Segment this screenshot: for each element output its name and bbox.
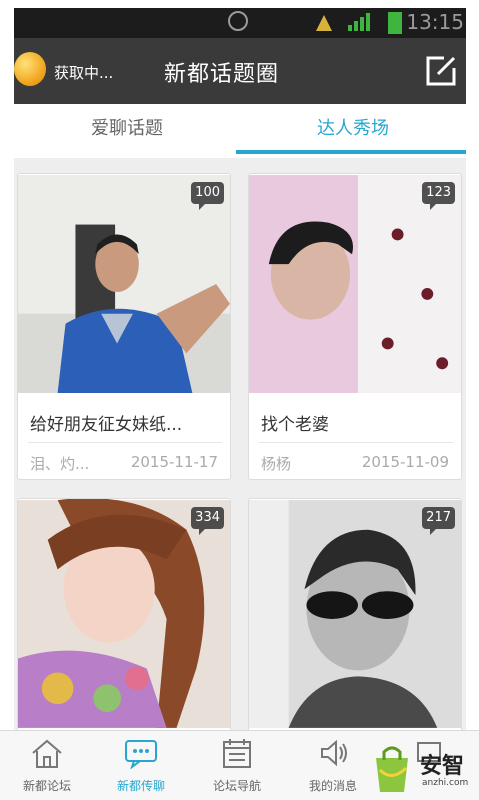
view-count-badge: 123: [422, 182, 455, 210]
signal-icon: [316, 13, 370, 31]
post-card[interactable]: 217: [248, 498, 462, 730]
home-icon: [32, 739, 62, 768]
post-grid: 100 给好朋友征女妹纸... 泪、灼... 2015-11-17 123 找个…: [14, 158, 466, 730]
post-date: 2015-11-09: [361, 453, 449, 471]
post-date: 2015-11-17: [130, 453, 218, 471]
nav-label: 新都传聊: [116, 779, 165, 793]
post-author: 泪、灼...: [30, 455, 90, 473]
app-header: 获取中... 新都话题圈: [14, 38, 466, 104]
watermark: 安智 anzhi.com: [366, 742, 478, 798]
user-avatar[interactable]: [14, 52, 46, 86]
card-divider: [28, 442, 222, 443]
compose-icon[interactable]: [424, 54, 458, 88]
shopping-bag-icon: [376, 746, 408, 792]
watermark-url: anzhi.com: [422, 778, 469, 788]
speaker-icon: [321, 739, 347, 767]
post-card[interactable]: 123 找个老婆 杨杨 2015-11-09: [248, 173, 462, 480]
view-count-badge: 217: [422, 507, 455, 535]
post-card[interactable]: 334: [17, 498, 231, 730]
post-author: 杨杨: [261, 455, 292, 473]
chat-icon: [125, 740, 157, 769]
card-divider: [259, 442, 453, 443]
post-caption: 给好朋友征女妹纸...: [30, 415, 183, 435]
page-title: 新都话题圈: [164, 62, 280, 87]
view-count-badge: 334: [191, 507, 224, 535]
battery-icon: [388, 12, 402, 34]
nav-label: 论坛导航: [212, 779, 261, 793]
status-time: 13:15: [406, 10, 464, 34]
tab-chat-topics[interactable]: 爱聊话题: [14, 104, 240, 158]
post-caption: 找个老婆: [261, 415, 329, 435]
active-tab-indicator: [236, 150, 466, 154]
alarm-icon: [228, 11, 248, 31]
loading-status: 获取中...: [54, 64, 114, 82]
nav-item-forum[interactable]: 新都论坛: [0, 731, 94, 800]
nav-item-chat[interactable]: 新都传聊: [94, 731, 188, 800]
nav-label: 新都论坛: [22, 779, 71, 793]
watermark-text: 安智: [420, 754, 465, 779]
calendar-icon: [223, 739, 251, 768]
post-card[interactable]: 100 给好朋友征女妹纸... 泪、灼... 2015-11-17: [17, 173, 231, 480]
nav-item-forum-nav[interactable]: 论坛导航: [190, 731, 284, 800]
status-bar: 13:15: [14, 8, 466, 38]
view-count-badge: 100: [191, 182, 224, 210]
